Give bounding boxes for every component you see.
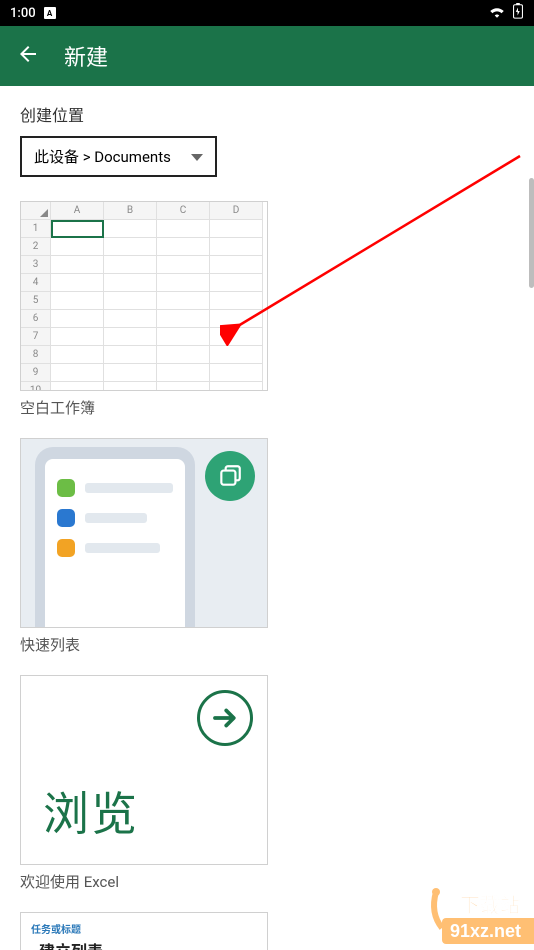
scroll-indicator[interactable] [529, 178, 534, 288]
template-label: 空白工作簿 [20, 397, 514, 418]
location-label: 创建位置 [20, 102, 514, 126]
template-thumb-buildlist: 任务或标题 建立列表 [20, 912, 268, 950]
svg-text:下载站: 下载站 [460, 893, 520, 917]
status-bar: 1:00 A [0, 0, 534, 26]
template-welcome-excel[interactable]: 浏览 欢迎使用 Excel [20, 675, 514, 892]
template-thumb-quicklist [20, 438, 268, 628]
template-thumb-welcome: 浏览 [20, 675, 268, 865]
template-blank-workbook[interactable]: A B C D 1 2 3 4 5 6 7 8 9 10 空白工作簿 [20, 201, 514, 418]
template-label: 快速列表 [20, 634, 514, 655]
location-value: 此设备 > Documents [34, 146, 171, 167]
location-dropdown[interactable]: 此设备 > Documents [20, 136, 217, 177]
template-thumb-blank: A B C D 1 2 3 4 5 6 7 8 9 10 [20, 201, 268, 391]
battery-icon [512, 3, 524, 23]
cards-stack-icon [205, 451, 255, 501]
spreadsheet-preview: A B C D 1 2 3 4 5 6 7 8 9 10 [21, 202, 267, 391]
content-area: 创建位置 此设备 > Documents A B C D 1 2 3 4 5 [0, 86, 534, 950]
app-bar: 新建 [0, 26, 534, 86]
status-a-badge: A [44, 7, 56, 19]
watermark: 下载站 91xz.net [424, 888, 534, 950]
back-icon[interactable] [16, 42, 40, 70]
wifi-icon [488, 4, 506, 22]
arrow-right-circle-icon [197, 690, 253, 746]
small-title: 任务或标题 [21, 913, 267, 936]
chevron-down-icon [191, 148, 203, 166]
template-quick-list[interactable]: 快速列表 [20, 438, 514, 655]
status-time: 1:00 [10, 6, 36, 21]
browse-text: 浏览 [43, 778, 139, 844]
svg-text:91xz.net: 91xz.net [450, 921, 521, 941]
big-title: 建立列表 [29, 936, 259, 950]
page-title: 新建 [64, 40, 108, 72]
